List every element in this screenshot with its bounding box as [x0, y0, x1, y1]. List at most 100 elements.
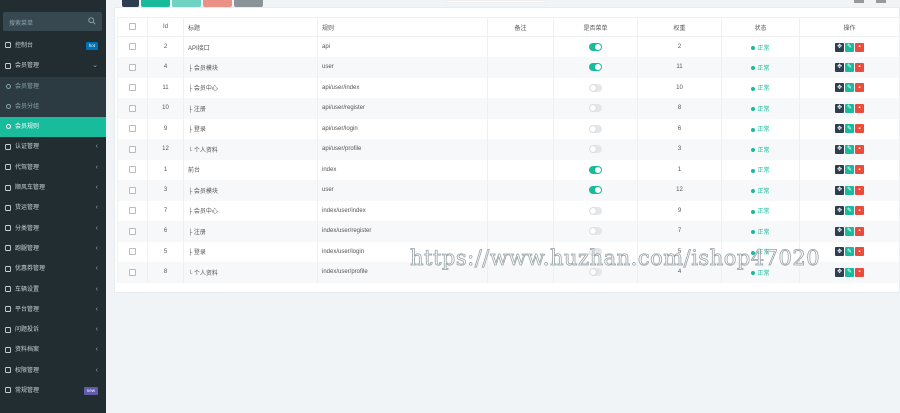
row-checkbox[interactable] — [129, 227, 136, 235]
search-icon[interactable] — [88, 17, 96, 25]
table-row[interactable]: 11 ├ 会员中心 api/user/index 10 正常 ✥ ✎ ▪ — [117, 77, 900, 98]
sidebar-item[interactable]: 平台管理 ‹ — [0, 300, 106, 320]
search-bar[interactable] — [446, 0, 546, 3]
drag-move-icon[interactable]: ✥ — [835, 247, 844, 257]
delete-trash-icon[interactable]: ▪ — [855, 165, 864, 175]
more-button[interactable] — [234, 0, 263, 7]
select-all-header[interactable] — [117, 17, 148, 37]
delete-trash-icon[interactable]: ▪ — [855, 124, 864, 134]
row-checkbox[interactable] — [129, 43, 136, 51]
refresh-button[interactable] — [122, 0, 139, 7]
table-row[interactable]: 7 ├ 会员中心 index/user/index 9 正常 ✥ ✎ ▪ — [117, 200, 900, 221]
delete-trash-icon[interactable]: ▪ — [855, 206, 864, 216]
edit-button[interactable] — [172, 0, 201, 7]
row-checkbox[interactable] — [129, 63, 136, 71]
row-checkbox[interactable] — [129, 186, 136, 194]
column-header-status[interactable]: 状态 — [721, 17, 800, 37]
edit-pencil-icon[interactable]: ✎ — [845, 124, 854, 134]
sidebar-subitem[interactable]: 会员规则 — [0, 117, 106, 138]
row-select-cell[interactable] — [117, 221, 148, 242]
row-checkbox[interactable] — [129, 268, 136, 276]
row-checkbox[interactable] — [129, 125, 136, 133]
edit-pencil-icon[interactable]: ✎ — [845, 42, 854, 52]
drag-move-icon[interactable]: ✥ — [835, 124, 844, 134]
sidebar-item[interactable]: 车辆设置 ‹ — [0, 280, 106, 300]
column-header-ismenu[interactable]: 是否菜单 — [553, 17, 638, 37]
delete-trash-icon[interactable]: ▪ — [855, 42, 864, 52]
drag-move-icon[interactable]: ✥ — [835, 83, 844, 93]
edit-pencil-icon[interactable]: ✎ — [845, 62, 854, 72]
column-header-id[interactable]: Id — [147, 17, 184, 37]
drag-move-icon[interactable]: ✥ — [835, 226, 844, 236]
column-header-title[interactable]: 标题 — [183, 17, 318, 37]
row-checkbox[interactable] — [129, 145, 136, 153]
table-row[interactable]: 3 ├ 会员模块 user 12 正常 ✥ ✎ ▪ — [117, 180, 900, 201]
row-checkbox[interactable] — [129, 84, 136, 92]
table-row[interactable]: 2 API接口 api 2 正常 ✥ ✎ ▪ — [117, 36, 900, 57]
view-toggle-button[interactable] — [854, 0, 864, 3]
row-select-cell[interactable] — [117, 262, 148, 283]
delete-trash-icon[interactable]: ▪ — [855, 62, 864, 72]
drag-move-icon[interactable]: ✥ — [835, 42, 844, 52]
edit-pencil-icon[interactable]: ✎ — [845, 267, 854, 277]
sidebar-subitem[interactable]: 会员分组 — [0, 97, 106, 117]
sidebar-item[interactable]: 问题投诉 ‹ — [0, 320, 106, 340]
ismenu-toggle[interactable] — [589, 227, 602, 236]
row-select-cell[interactable] — [117, 36, 148, 57]
sidebar-item[interactable]: 认证管理 ‹ — [0, 137, 106, 157]
edit-pencil-icon[interactable]: ✎ — [845, 185, 854, 195]
row-checkbox[interactable] — [129, 166, 136, 174]
ismenu-toggle[interactable] — [589, 83, 602, 92]
sidebar-item[interactable]: 代驾管理 ‹ — [0, 158, 106, 178]
ismenu-toggle[interactable] — [589, 145, 602, 154]
drag-move-icon[interactable]: ✥ — [835, 185, 844, 195]
table-row[interactable]: 10 ├ 注册 api/user/register 8 正常 ✥ ✎ ▪ — [117, 98, 900, 119]
row-checkbox[interactable] — [129, 104, 136, 112]
table-row[interactable]: 12 └ 个人资料 api/user/profile 3 正常 ✥ ✎ ▪ — [117, 139, 900, 160]
edit-pencil-icon[interactable]: ✎ — [845, 165, 854, 175]
table-row[interactable]: 9 ├ 登录 api/user/login 6 正常 ✥ ✎ ▪ — [117, 118, 900, 139]
sidebar-item[interactable]: 控制台 hot — [0, 36, 106, 56]
edit-pencil-icon[interactable]: ✎ — [845, 226, 854, 236]
sidebar-item[interactable]: 会员管理 ⌄ — [0, 56, 106, 76]
sidebar-item[interactable]: 顺风车管理 ‹ — [0, 178, 106, 198]
ismenu-toggle[interactable] — [589, 186, 602, 195]
delete-trash-icon[interactable]: ▪ — [855, 83, 864, 93]
drag-move-icon[interactable]: ✥ — [835, 62, 844, 72]
delete-trash-icon[interactable]: ▪ — [855, 103, 864, 113]
sidebar-item[interactable]: 分类管理 ‹ — [0, 219, 106, 239]
row-select-cell[interactable] — [117, 77, 148, 98]
edit-pencil-icon[interactable]: ✎ — [845, 103, 854, 113]
delete-trash-icon[interactable]: ▪ — [855, 226, 864, 236]
menu-search-input[interactable]: 搜索菜单 — [9, 18, 33, 27]
column-header-rule[interactable]: 规则 — [317, 17, 488, 37]
edit-pencil-icon[interactable]: ✎ — [845, 247, 854, 257]
row-select-cell[interactable] — [117, 57, 148, 78]
select-all-checkbox[interactable] — [129, 23, 136, 31]
drag-move-icon[interactable]: ✥ — [835, 267, 844, 277]
ismenu-toggle[interactable] — [589, 165, 602, 174]
edit-pencil-icon[interactable]: ✎ — [845, 206, 854, 216]
table-row[interactable]: 6 ├ 注册 index/user/register 7 正常 ✥ ✎ ▪ — [117, 221, 900, 242]
row-checkbox[interactable] — [129, 207, 136, 215]
sidebar-item[interactable]: 货运管理 ‹ — [0, 198, 106, 218]
delete-trash-icon[interactable]: ▪ — [855, 144, 864, 154]
table-row[interactable]: 4 ├ 会员模块 user 11 正常 ✥ ✎ ▪ — [117, 57, 900, 78]
row-select-cell[interactable] — [117, 200, 148, 221]
columns-button[interactable] — [876, 0, 886, 3]
delete-trash-icon[interactable]: ▪ — [855, 247, 864, 257]
delete-trash-icon[interactable]: ▪ — [855, 185, 864, 195]
ismenu-toggle[interactable] — [589, 206, 602, 215]
ismenu-toggle[interactable] — [589, 63, 602, 72]
menu-search-box[interactable]: 搜索菜单 — [3, 12, 102, 31]
row-select-cell[interactable] — [117, 241, 148, 262]
drag-move-icon[interactable]: ✥ — [835, 103, 844, 113]
ismenu-toggle[interactable] — [589, 124, 602, 133]
drag-move-icon[interactable]: ✥ — [835, 165, 844, 175]
sidebar-item[interactable]: 权限管理 ‹ — [0, 361, 106, 381]
sidebar-item[interactable]: 资料档案 ‹ — [0, 340, 106, 360]
sidebar-subitem[interactable]: 会员管理 — [0, 77, 106, 97]
column-header-weight[interactable]: 权重 — [637, 17, 722, 37]
edit-pencil-icon[interactable]: ✎ — [845, 83, 854, 93]
drag-move-icon[interactable]: ✥ — [835, 144, 844, 154]
